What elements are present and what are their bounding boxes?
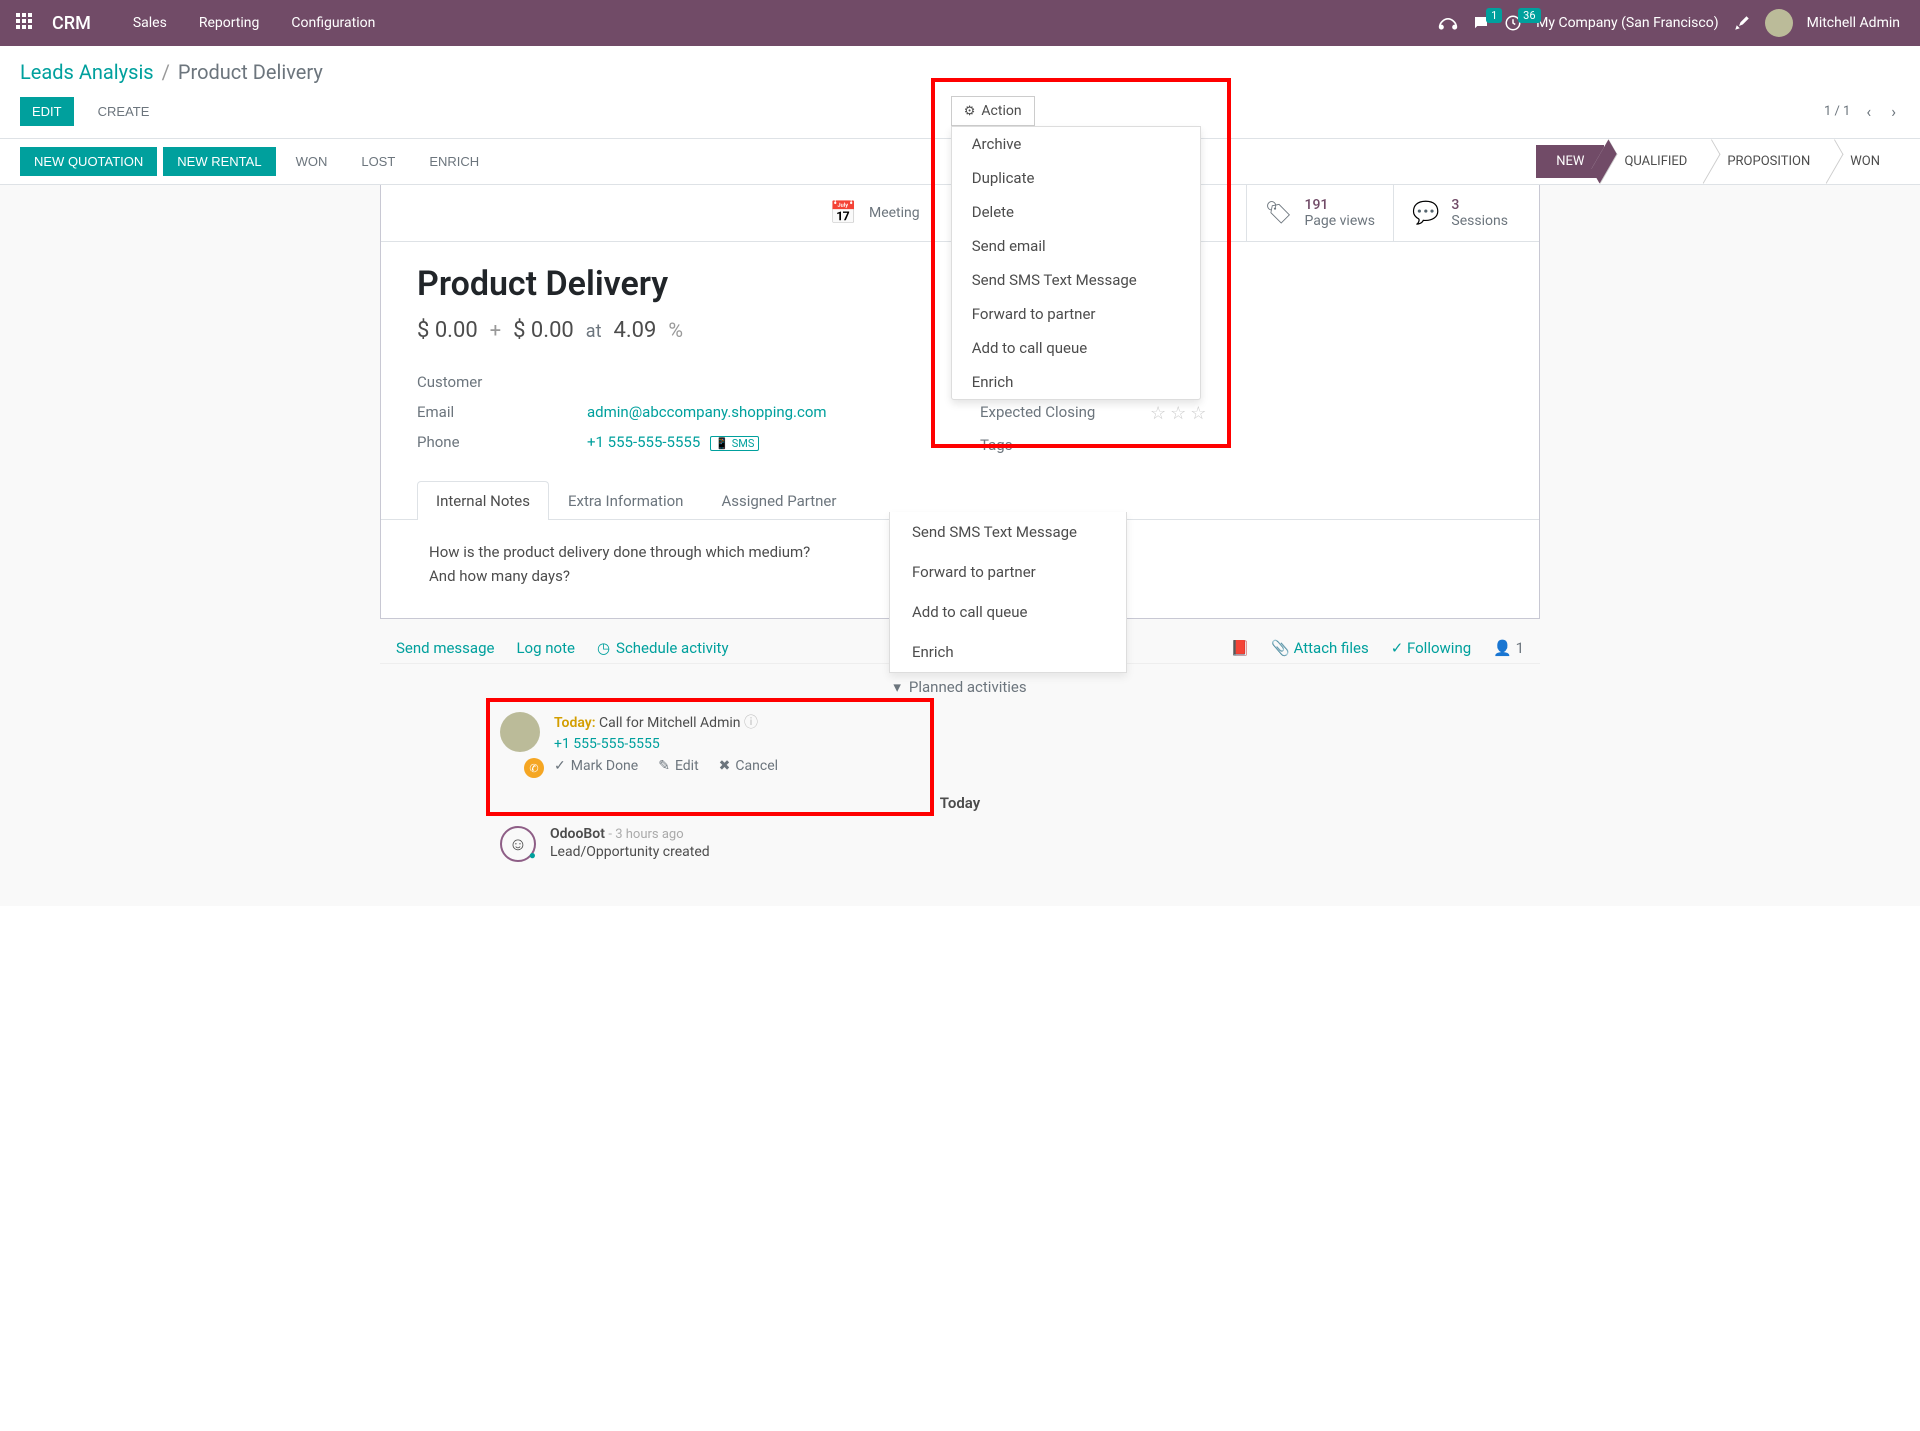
action-duplicate[interactable]: Duplicate [952,161,1200,195]
won-button[interactable]: WON [282,147,342,176]
priority-stars[interactable]: ☆☆☆ [1150,403,1210,424]
email-label: Email [417,403,587,421]
action-send-email[interactable]: Send email [952,229,1200,263]
activity-card: ✆ Today: Call for Mitchell Admin ⓘ +1 55… [380,702,1540,784]
send-message-button[interactable]: Send message [396,639,494,657]
comments-icon: 💬 [1412,201,1439,226]
pager-counter: 1 / 1 [1824,104,1850,119]
edit-activity-button[interactable]: ✎ Edit [658,758,698,774]
log-item: ☺ OdooBot - 3 hours ago Lead/Opportunity… [380,816,1540,872]
tab-internal-notes[interactable]: Internal Notes [417,481,549,520]
nav-sales[interactable]: Sales [119,15,181,31]
action-call-queue[interactable]: Add to call queue [952,331,1200,365]
activity-avatar [500,712,540,752]
mark-done-button[interactable]: ✓ Mark Done [554,758,638,774]
attach-files-button[interactable]: 📎 Attach files [1271,639,1369,657]
log-author: OdooBot [550,826,605,842]
stat-sessions[interactable]: 💬 3Sessions [1394,185,1539,241]
lost-button[interactable]: LOST [347,147,409,176]
log-when: - 3 hours ago [608,827,683,842]
activity-phone[interactable]: +1 555-555-5555 [554,736,778,752]
cancel-activity-button[interactable]: ✖ Cancel [719,758,778,774]
nav-configuration[interactable]: Configuration [277,15,389,31]
breadcrumb-sep: / [162,60,170,84]
stage-qualified[interactable]: QUALIFIED [1604,145,1707,178]
customer-label: Customer [417,373,587,391]
float-forward[interactable]: Forward to partner [890,552,1126,592]
tab-content: How is the product delivery done through… [381,520,1539,618]
breadcrumb-root[interactable]: Leads Analysis [20,60,154,84]
new-rental-button[interactable]: NEW RENTAL [163,147,275,176]
username[interactable]: Mitchell Admin [1807,15,1900,31]
phone-value[interactable]: +1 555-555-5555 [587,433,700,451]
stat-pageviews[interactable]: 🏷 191Page views [1247,185,1394,241]
following-button[interactable]: ✓ Following [1391,639,1471,657]
company-selector[interactable]: My Company (San Francisco) [1536,15,1718,31]
pager-next[interactable]: › [1887,102,1900,121]
action-send-sms[interactable]: Send SMS Text Message [952,263,1200,297]
navbar: CRM Sales Reporting Configuration 1 36 M… [0,0,1920,46]
stat-meeting[interactable]: 📅 Meeting [812,185,957,241]
gear-icon [964,103,976,119]
phone-icon: ✆ [524,758,544,778]
log-message: Lead/Opportunity created [550,844,710,860]
recurring-revenue: $ 0.00 [513,318,574,343]
tab-assigned-partner[interactable]: Assigned Partner [702,481,855,520]
apps-icon[interactable] [16,13,36,33]
control-panel: EDIT CREATE Action Archive Duplicate Del… [0,90,1920,138]
probability: 4.09 [613,318,656,343]
float-send-sms[interactable]: Send SMS Text Message [890,512,1126,552]
activities-icon[interactable]: 36 [1504,14,1522,32]
edit-button[interactable]: EDIT [20,97,74,126]
new-quotation-button[interactable]: NEW QUOTATION [20,147,157,176]
followers-count[interactable]: 👤 1 [1493,639,1524,657]
tab-extra-info[interactable]: Extra Information [549,481,702,520]
expected-revenue: $ 0.00 [417,318,478,343]
tools-icon[interactable] [1733,14,1751,32]
action-enrich[interactable]: Enrich [952,365,1200,399]
float-call-queue[interactable]: Add to call queue [890,592,1126,632]
messages-badge: 1 [1486,8,1502,23]
action-menu: Archive Duplicate Delete Send email Send… [951,126,1201,400]
user-avatar[interactable] [1765,9,1793,37]
breadcrumb: Leads Analysis / Product Delivery [0,46,1920,90]
secondary-menu: Send SMS Text Message Forward to partner… [889,512,1127,673]
stage-won[interactable]: WON [1830,145,1900,178]
stages: NEW QUALIFIED PROPOSITION WON [1536,145,1900,178]
calendar-icon: 📅 [830,201,857,226]
email-value[interactable]: admin@abccompany.shopping.com [587,403,827,421]
schedule-activity-button[interactable]: ◷Schedule activity [597,639,729,657]
enrich-button[interactable]: ENRICH [415,147,493,176]
bot-avatar: ☺ [500,826,536,862]
action-forward[interactable]: Forward to partner [952,297,1200,331]
sms-button[interactable]: 📱 SMS [710,436,759,451]
create-button[interactable]: CREATE [86,97,162,126]
stage-new[interactable]: NEW [1536,145,1604,178]
tag-icon: 🏷 [1265,201,1293,226]
brand[interactable]: CRM [52,13,91,34]
today-divider: Today [380,784,1540,816]
clock-icon: ◷ [597,639,610,657]
closing-label: Expected Closing [980,403,1150,424]
log-note-button[interactable]: Log note [516,639,574,657]
breadcrumb-current: Product Delivery [178,60,323,84]
phone-label: Phone [417,433,587,451]
activities-badge: 36 [1518,8,1540,23]
action-archive[interactable]: Archive [952,127,1200,161]
info-icon[interactable]: ⓘ [744,715,758,731]
caret-down-icon: ▾ [893,678,901,696]
nav-reporting[interactable]: Reporting [185,15,274,31]
tags-label: Tags [980,436,1150,454]
action-button[interactable]: Action [951,96,1035,126]
stage-proposition[interactable]: PROPOSITION [1707,145,1830,178]
messages-icon[interactable]: 1 [1472,14,1490,32]
float-enrich[interactable]: Enrich [890,632,1126,672]
activity-title: Call for Mitchell Admin [599,715,740,731]
action-delete[interactable]: Delete [952,195,1200,229]
pager-prev[interactable]: ‹ [1862,102,1875,121]
voip-icon[interactable] [1438,15,1458,31]
pager: 1 / 1 ‹ › [1824,102,1900,121]
book-icon[interactable]: 📕 [1230,639,1249,657]
